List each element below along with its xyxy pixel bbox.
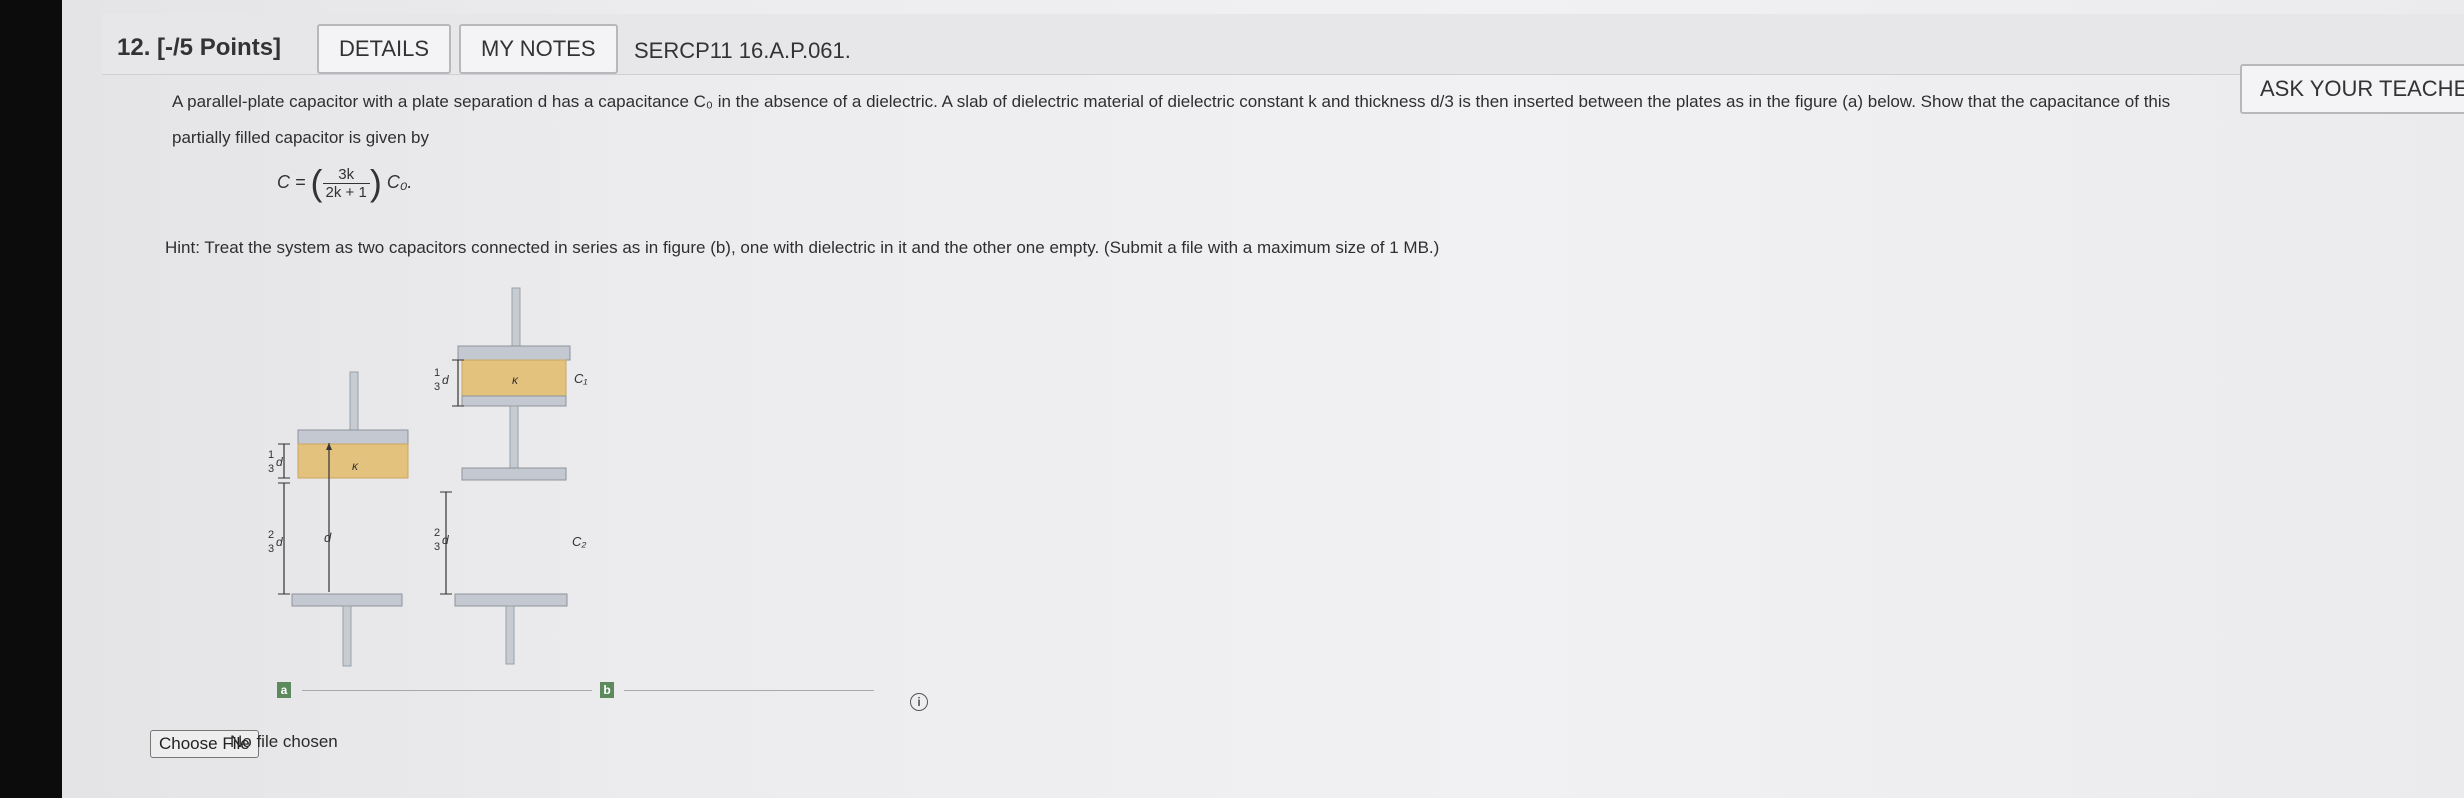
middle-plate-upper-b bbox=[461, 395, 567, 407]
problem-line-1: A parallel-plate capacitor with a plate … bbox=[172, 92, 2171, 111]
problem-line-2: partially filled capacitor is given by bbox=[172, 128, 430, 147]
bottom-plate-a bbox=[291, 593, 403, 607]
two-thirds-den-b: 3 bbox=[434, 541, 440, 553]
question-number: 12. [-/5 Points] bbox=[117, 34, 282, 61]
capacitor-figure: κ d 1 3 d 2 3 d κ C₁ C₂ 1 3 d 2 3 d bbox=[268, 287, 588, 667]
question-header bbox=[102, 14, 2464, 75]
capacitance-formula: C = (3k 2k + 1) C₀. bbox=[277, 162, 413, 203]
bottom-lead-b bbox=[505, 605, 515, 665]
bottom-lead-a bbox=[342, 605, 352, 667]
c1-label: C₁ bbox=[574, 371, 588, 386]
d-label-a: d bbox=[324, 530, 332, 545]
middle-plate-lower-b bbox=[461, 467, 567, 481]
two-thirds-d-b: d bbox=[442, 533, 449, 547]
one-third-num-a: 1 bbox=[268, 449, 274, 461]
one-third-d-a: d bbox=[276, 455, 283, 469]
top-lead-b bbox=[511, 287, 521, 347]
two-thirds-num-a: 2 bbox=[268, 529, 274, 541]
kappa-label-b: κ bbox=[512, 373, 519, 387]
figure-b: κ C₁ C₂ 1 3 d 2 3 d bbox=[434, 287, 588, 665]
figure-a-tag: a bbox=[277, 682, 291, 698]
two-thirds-den-a: 3 bbox=[268, 543, 274, 555]
top-lead-a bbox=[349, 371, 359, 431]
ask-your-teacher-button[interactable]: ASK YOUR TEACHER bbox=[2240, 64, 2464, 114]
formula-lhs: C = bbox=[277, 171, 306, 192]
top-plate-b bbox=[457, 345, 571, 361]
formula-numerator: 3k bbox=[322, 166, 370, 184]
one-third-d-b: d bbox=[442, 373, 449, 387]
bottom-plate-b bbox=[454, 593, 568, 607]
file-status-text: No file chosen bbox=[230, 732, 338, 751]
c2-label: C₂ bbox=[572, 534, 586, 549]
my-notes-button[interactable]: MY NOTES bbox=[459, 24, 618, 74]
figure-a: κ d 1 3 d 2 3 d bbox=[268, 371, 409, 667]
one-third-num-b: 1 bbox=[434, 367, 440, 379]
kappa-label-a: κ bbox=[352, 459, 359, 473]
formula-rhs: C₀. bbox=[386, 171, 413, 192]
connecting-lead-b bbox=[509, 405, 519, 469]
two-thirds-d-a: d bbox=[276, 535, 283, 549]
hint-text: Hint: Treat the system as two capacitors… bbox=[165, 238, 1440, 257]
one-third-den-a: 3 bbox=[268, 463, 274, 475]
figure-b-tag: b bbox=[600, 682, 614, 698]
question-code: SERCP11 16.A.P.061. bbox=[634, 38, 851, 63]
details-button[interactable]: DETAILS bbox=[317, 24, 452, 74]
info-icon[interactable]: i bbox=[910, 693, 928, 711]
figure-a-caption-line bbox=[302, 690, 592, 691]
formula-denominator: 2k + 1 bbox=[325, 183, 367, 201]
two-thirds-num-b: 2 bbox=[434, 527, 440, 539]
screen: 12. [-/5 Points] DETAILS MY NOTES SERCP1… bbox=[62, 0, 2464, 798]
one-third-den-b: 3 bbox=[434, 381, 440, 393]
figure-b-caption-line bbox=[624, 690, 874, 691]
formula-fraction: 3k 2k + 1 bbox=[322, 166, 370, 201]
top-plate-a bbox=[297, 429, 409, 445]
